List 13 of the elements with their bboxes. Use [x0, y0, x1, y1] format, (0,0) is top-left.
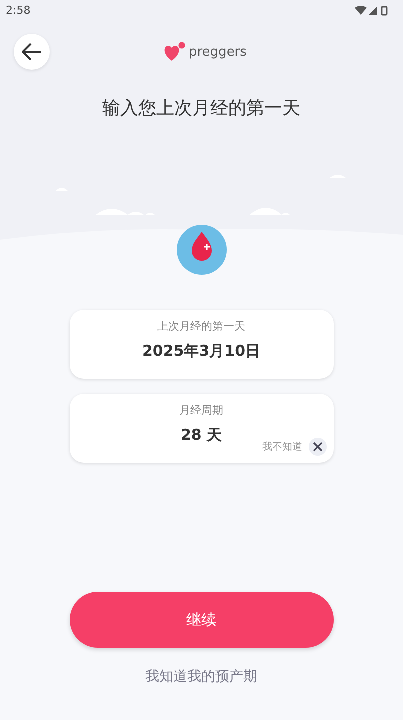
- back-arrow-icon: [22, 43, 42, 61]
- blood-drop-icon: [177, 225, 227, 275]
- status-icons: [355, 6, 389, 16]
- back-button[interactable]: [14, 34, 50, 70]
- brand-name: preggers: [189, 44, 247, 60]
- status-time: 2:58: [6, 4, 31, 17]
- heart-logo-icon: [164, 42, 186, 62]
- date-field[interactable]: 上次月经的第一天 2025年3月10日: [70, 310, 334, 379]
- date-field[interactable]: 月经周期 28 天 我不知道: [70, 394, 334, 463]
- continue-button[interactable]: 继续: [70, 592, 334, 648]
- due-date-link[interactable]: 我知道我的预产期: [146, 668, 258, 686]
- page-title: 输入您上次月经的第一天: [102, 97, 300, 120]
- close-icon[interactable]: [308, 438, 326, 456]
